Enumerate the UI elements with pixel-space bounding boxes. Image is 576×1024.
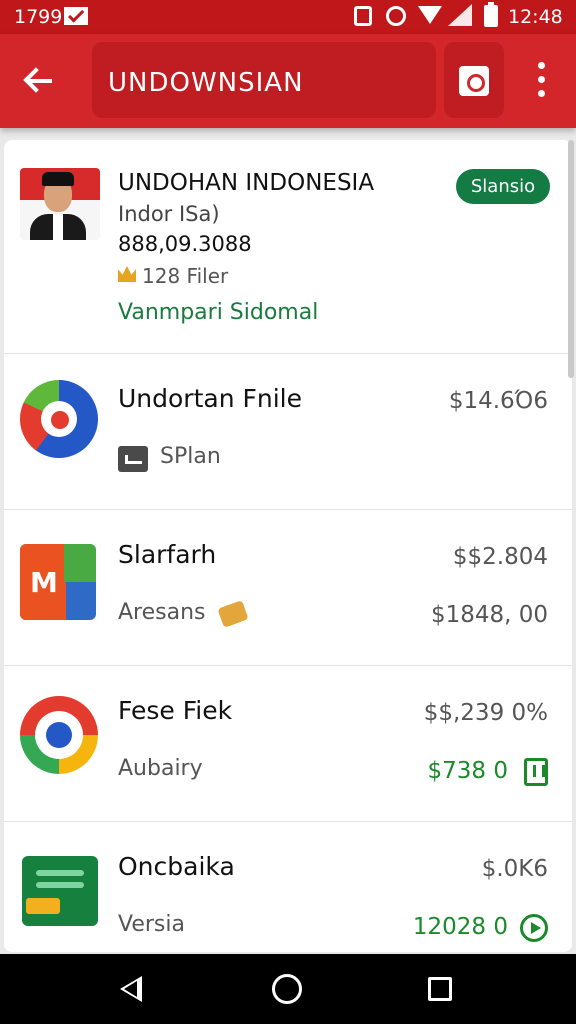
app-title: UNDOWNSIAN [108, 68, 304, 98]
alarm-icon [386, 6, 406, 26]
file-price: $$2.804 [452, 544, 548, 570]
signal-icon [448, 4, 472, 26]
file-name: Slarfarh [118, 540, 217, 569]
app-g-icon [20, 696, 98, 774]
sim-icon [354, 6, 372, 26]
app-q-icon [20, 380, 98, 458]
file-price: $.0Κ6 [481, 856, 548, 882]
title-field[interactable]: UNDOWNSIAN [92, 42, 436, 118]
status-clock: 12:48 [508, 6, 563, 28]
shirt [53, 214, 63, 240]
bag-icon[interactable] [524, 758, 548, 786]
coin-icon [217, 600, 249, 628]
plan-icon [118, 446, 148, 472]
dot [538, 62, 545, 69]
app-m-icon: M [20, 544, 96, 620]
list-item[interactable]: Undortan Fnile SPlan $14.6Ό6 [4, 354, 572, 510]
nav-back-icon[interactable] [120, 976, 142, 1002]
system-nav-bar [0, 954, 576, 1024]
crown-icon [118, 266, 136, 282]
file-sub: Versia [118, 912, 185, 937]
dot [538, 90, 545, 97]
profile-link[interactable]: Vanmpari Sidomal [118, 300, 318, 325]
profile-files-count: 128 Filer [142, 264, 229, 288]
nav-home-icon[interactable] [272, 974, 302, 1004]
q-dot [51, 411, 69, 429]
file-amount: 12028 0 [412, 914, 508, 940]
file-price: $$,239 0% [423, 700, 548, 726]
status-badge[interactable]: Slansio [456, 169, 550, 204]
scrollbar[interactable] [568, 140, 574, 378]
peci [42, 172, 74, 186]
list-item[interactable]: Oncbaika Versia $.0Κ6 12028 0 [4, 822, 572, 952]
file-amount: $738 0 [427, 758, 508, 784]
m-letter: M [30, 566, 58, 599]
more-vert-icon[interactable] [530, 60, 554, 100]
nav-recents-icon[interactable] [428, 977, 452, 1001]
app-bar: UNDOWNSIAN [0, 34, 576, 128]
wifi-icon [418, 6, 442, 24]
file-sub: Aresans [118, 600, 206, 625]
battery-icon [484, 2, 498, 27]
play-circle-icon[interactable] [520, 914, 548, 942]
dot [538, 76, 545, 83]
status-time: 1799 [14, 6, 63, 28]
app-doc-icon [22, 856, 98, 926]
share-button[interactable] [444, 42, 504, 118]
g-center [46, 722, 72, 748]
file-sub: SPlan [160, 444, 221, 469]
file-name: Undortan Fnile [118, 384, 302, 413]
share-icon [459, 66, 489, 96]
file-name: Oncbaika [118, 852, 235, 881]
status-bar: 1799 12:48 [0, 0, 576, 34]
list-item[interactable]: M Slarfarh Aresans $$2.804 $1848, 00 [4, 510, 572, 666]
file-price: $14.6Ό6 [448, 388, 548, 414]
profile-subtitle: Indor ISa) [118, 202, 220, 226]
profile-phone: 888,09.3088 [118, 232, 252, 256]
back-arrow-icon[interactable] [18, 58, 62, 102]
mail-icon [64, 7, 88, 25]
profile-name: UNDOHAN INDOΝESIA [118, 170, 375, 196]
profile-row[interactable]: UNDOHAN INDOΝESIA Indor ISa) 888,09.3088… [4, 140, 572, 354]
file-amount: $1848, 00 [430, 602, 548, 628]
file-name: Fese Fiek [118, 696, 233, 725]
file-sub: Aubairy [118, 756, 203, 781]
file-list: UNDOHAN INDOΝESIA Indor ISa) 888,09.3088… [4, 140, 572, 952]
avatar [20, 168, 100, 240]
list-item[interactable]: Fese Fiek Aubairy $$,239 0% $738 0 [4, 666, 572, 822]
